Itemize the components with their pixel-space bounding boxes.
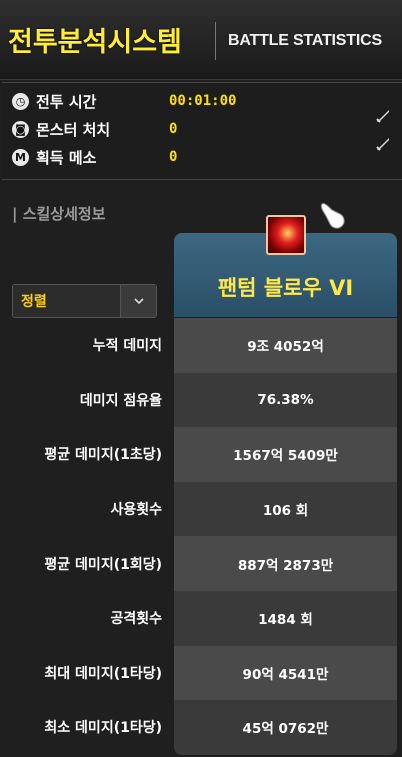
row-value: 1484 회 <box>174 590 397 646</box>
stat-value: 0 <box>169 149 178 165</box>
row-label: 공격횟수 <box>110 611 162 628</box>
table-row: 사용횟수 106 회 <box>0 481 402 537</box>
row-label: 사용횟수 <box>110 502 162 519</box>
stat-row-meso: M 획득 메소 0 <box>12 146 177 168</box>
sword-icon[interactable] <box>374 135 392 157</box>
table-row: 최대 데미지(1타당) 90억 4541만 <box>0 645 402 701</box>
row-label: 최소 데미지(1타당) <box>44 720 162 737</box>
battle-statistics-window: 전투분석시스템 BATTLE STATISTICS ◷ 전투 시간 00:01:… <box>0 0 402 757</box>
row-value: 887억 2873만 <box>174 536 397 591</box>
stat-label: 전투 시간 <box>36 92 97 111</box>
sort-dropdown[interactable]: 정렬 <box>12 284 157 318</box>
table-row: 공격횟수 1484 회 <box>0 590 402 646</box>
table-row: 데미지 점유율 76.38% <box>0 372 402 428</box>
row-value: 9조 4052억 <box>174 318 397 373</box>
table-row: 누적 데미지 9조 4052억 <box>0 318 402 373</box>
title-korean: 전투분석시스템 <box>8 27 182 58</box>
stat-value: 00:01:00 <box>169 93 237 109</box>
stat-row-monster-kills: ◙ 몬스터 처치 0 <box>12 118 177 140</box>
header-bar: 전투분석시스템 BATTLE STATISTICS <box>0 0 402 80</box>
stat-value: 0 <box>169 121 178 137</box>
chevron-down-icon[interactable] <box>120 285 156 317</box>
sword-icon[interactable] <box>374 107 392 129</box>
title-english: BATTLE STATISTICS <box>228 32 382 49</box>
row-value: 106 회 <box>174 481 397 537</box>
meso-icon: M <box>12 148 29 166</box>
sort-label: 정렬 <box>21 294 47 310</box>
title-divider <box>215 22 216 60</box>
row-value: 45억 0762만 <box>174 700 397 755</box>
monster-icon: ◙ <box>12 120 29 138</box>
row-label: 최대 데미지(1타당) <box>44 665 162 682</box>
skill-stats-table: 누적 데미지 9조 4052억 데미지 점유율 76.38% 평균 데미지(1초… <box>0 318 402 755</box>
table-row: 평균 데미지(1회당) 887억 2873만 <box>0 536 402 591</box>
row-value: 76.38% <box>174 372 397 428</box>
clock-icon: ◷ <box>12 92 29 110</box>
table-row: 최소 데미지(1타당) 45억 0762만 <box>0 700 402 755</box>
row-label: 누적 데미지 <box>92 338 162 355</box>
stat-row-battle-time: ◷ 전투 시간 00:01:00 <box>12 90 236 112</box>
row-value: 90억 4541만 <box>174 645 397 701</box>
row-label: 데미지 점유율 <box>79 392 162 409</box>
stat-label: 획득 메소 <box>36 148 97 167</box>
row-label: 평균 데미지(1초당) <box>44 447 162 464</box>
row-label: 평균 데미지(1회당) <box>44 556 162 573</box>
table-row: 평균 데미지(1초당) 1567억 5409만 <box>0 427 402 482</box>
stat-label: 몬스터 처치 <box>36 120 111 139</box>
battle-summary-panel: ◷ 전투 시간 00:01:00 ◙ 몬스터 처치 0 M 획득 메소 0 <box>2 82 402 180</box>
section-title-skill-details: | 스킬상세정보 <box>12 205 106 223</box>
phantom-blow-skill-icon <box>266 215 306 255</box>
row-value: 1567억 5409만 <box>174 427 397 482</box>
skill-name: 팬텀 블로우 VI <box>217 276 354 300</box>
hand-pointer-icon <box>316 200 348 236</box>
